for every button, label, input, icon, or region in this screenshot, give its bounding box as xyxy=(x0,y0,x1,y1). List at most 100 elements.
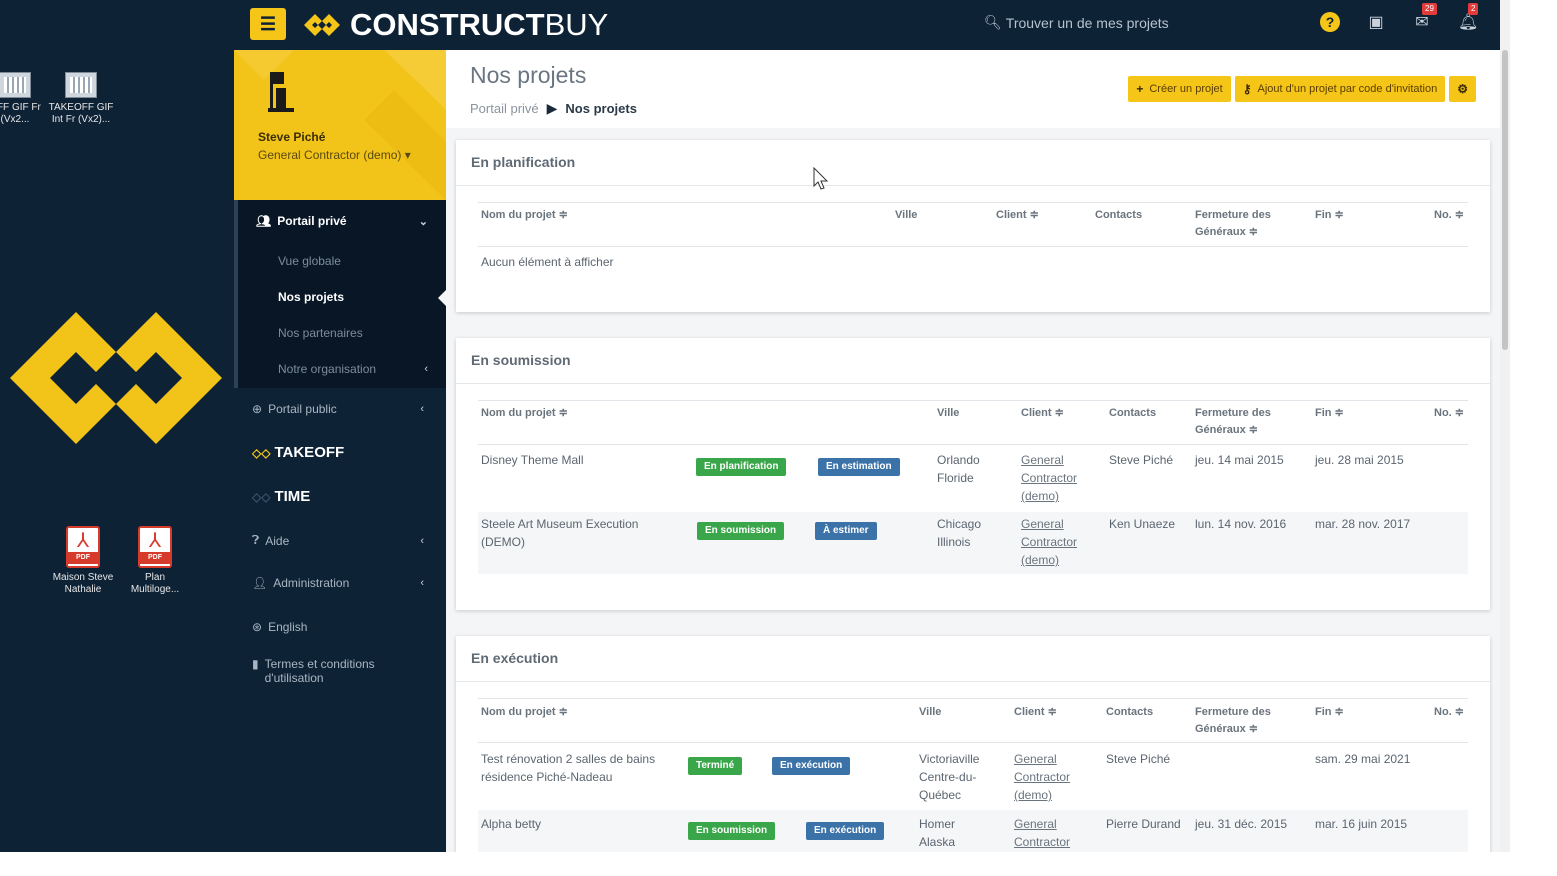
col-header-fermeture[interactable]: Fermeture des Généraux ≑ xyxy=(1195,207,1271,241)
bell-icon[interactable]: 🔔︎ 2 xyxy=(1458,3,1479,32)
scrollbar-thumb[interactable] xyxy=(1502,50,1508,350)
user-role-dropdown[interactable]: General Contractor (demo) ▾ xyxy=(258,148,411,162)
sidebar-item-takeoff[interactable]: ◇◇ TAKEOFF xyxy=(252,444,344,461)
page-scrollbar[interactable] xyxy=(1500,0,1510,852)
client-link-line[interactable]: Contractor xyxy=(1021,535,1077,549)
user-name: Steve Piché xyxy=(258,130,326,144)
status-badge: En soumission xyxy=(688,822,776,840)
project-client-link[interactable]: General Contractor (demo) xyxy=(1021,451,1077,505)
stage-badge: En exécution xyxy=(806,822,885,840)
client-link-line[interactable]: Contractor xyxy=(1014,770,1070,784)
table-top-line xyxy=(478,202,1468,203)
project-name[interactable]: Test rénovation 2 salles de bains résiden… xyxy=(481,750,655,786)
card-divider xyxy=(456,681,1490,682)
sidebar-item-time[interactable]: ◇◇ TIME xyxy=(252,488,310,505)
col-header-client[interactable]: Client ≑ xyxy=(1014,704,1057,721)
client-link-line[interactable]: Contractor xyxy=(1014,835,1070,849)
col-header-fermeture[interactable]: Fermeture des Généraux ≑ xyxy=(1195,704,1271,738)
card-title: En soumission xyxy=(471,352,571,368)
sidebar-item-label: TIME xyxy=(274,488,311,505)
client-link-line[interactable]: (demo) xyxy=(1021,489,1059,503)
user-avatar-icon[interactable] xyxy=(266,70,306,114)
sidebar-item-label: TAKEOFF xyxy=(274,444,345,461)
project-name[interactable]: Alpha betty xyxy=(481,815,541,833)
desktop-pdf-icon[interactable]: PDF Maison Steve Nathalie xyxy=(48,526,118,596)
search-placeholder: Trouver un de mes projets xyxy=(1005,14,1169,31)
col-header-no[interactable]: No. ≑ xyxy=(1434,704,1464,721)
desktop-file-icon[interactable]: TAKEOFF GIF Int Fr (Vx2)... xyxy=(46,72,116,126)
pdf-badge: PDF xyxy=(68,552,98,564)
pdf-file-icon: PDF xyxy=(138,526,172,568)
project-client-link[interactable]: General Contractor (demo) xyxy=(1014,750,1070,804)
desktop-pdf-icon[interactable]: PDF Plan Multiloge... xyxy=(120,526,190,596)
pdf-badge: PDF xyxy=(140,552,170,564)
sidebar-item-notre-organisation[interactable]: Notre organisation ‹ xyxy=(278,362,428,376)
sidebar-item-portail-public[interactable]: ⊕ Portail public ‹ xyxy=(252,402,424,416)
sidebar-item-label: Termes et conditions d'utilisation xyxy=(264,657,375,685)
sidebar-item-label: Portail privé xyxy=(277,214,347,228)
client-link-line[interactable]: (demo) xyxy=(1014,788,1052,802)
project-name[interactable]: Steele Art Museum Execution (DEMO) xyxy=(481,515,638,551)
breadcrumb-current: Nos projets xyxy=(565,101,637,116)
project-search[interactable]: 🔍︎ Trouver un de mes projets xyxy=(984,14,1169,31)
col-header-nom-du-projet[interactable]: Nom du projet ≑ xyxy=(481,405,568,422)
chevron-left-icon: ‹ xyxy=(420,534,424,547)
col-header-client[interactable]: Client ≑ xyxy=(1021,405,1064,422)
client-link-line[interactable]: General xyxy=(1021,517,1064,531)
hamburger-menu-button[interactable]: ☰ xyxy=(250,8,286,40)
client-link-line[interactable]: General xyxy=(1021,453,1064,467)
profile-panel: Steve Piché General Contractor (demo) ▾ xyxy=(234,50,446,200)
create-project-button[interactable]: + Créer un projet xyxy=(1128,76,1231,102)
gif-thumbnail-icon xyxy=(0,72,31,98)
client-link-line[interactable]: (demo) xyxy=(1021,553,1059,567)
sidebar-item-aide[interactable]: ❓︎ Aide ‹ xyxy=(252,533,424,548)
name-line: (DEMO) xyxy=(481,535,525,549)
col-header-fin[interactable]: Fin ≑ xyxy=(1315,704,1344,721)
brand-logo[interactable]: CONSTRUCTBUY xyxy=(304,7,608,43)
region-line: Alaska xyxy=(919,835,956,849)
client-link-line[interactable]: General xyxy=(1014,752,1057,766)
pdf-file-icon: PDF xyxy=(66,526,100,568)
client-link-line[interactable]: General xyxy=(1014,817,1057,831)
sidebar-item-nos-projets[interactable]: Nos projets xyxy=(278,290,344,304)
card-divider xyxy=(456,185,1490,186)
col-header-fermeture[interactable]: Fermeture des Généraux ≑ xyxy=(1195,405,1271,439)
card-title: En planification xyxy=(471,154,576,170)
sidebar-item-administration[interactable]: 👤︎ Administration ‹ xyxy=(252,576,424,590)
table-top-line xyxy=(478,698,1468,699)
col-header-no[interactable]: No. ≑ xyxy=(1434,207,1464,224)
add-by-invitation-button[interactable]: ⚷ Ajout d'un projet par code d'invitatio… xyxy=(1234,76,1446,102)
book-icon: ▮ xyxy=(252,657,259,671)
project-client-link[interactable]: General Contractor xyxy=(1014,815,1070,851)
col-header-fin[interactable]: Fin ≑ xyxy=(1315,405,1344,422)
private-portal-section: 👥︎ Portail privé ⌄ Vue globale Nos proje… xyxy=(234,200,446,388)
client-link-line[interactable]: Contractor xyxy=(1021,471,1077,485)
calendar-icon[interactable]: ▣ xyxy=(1366,12,1386,32)
button-label: Créer un projet xyxy=(1149,83,1223,95)
sidebar-item-english[interactable]: ⊛ English xyxy=(252,620,424,634)
sidebar-item-label: Notre organisation xyxy=(278,362,377,376)
help-icon[interactable]: ? xyxy=(1320,12,1340,32)
sidebar-item-vue-globale[interactable]: Vue globale xyxy=(278,254,341,268)
header-line: Fermeture des xyxy=(1195,407,1271,419)
sidebar-item-terms[interactable]: ▮ Termes et conditions d'utilisation xyxy=(252,657,424,685)
col-header-client[interactable]: Client ≑ xyxy=(996,207,1039,224)
sidebar-item-portail-prive[interactable]: 👥︎ Portail privé ⌄ xyxy=(256,214,428,228)
project-city: Homer Alaska xyxy=(919,815,955,851)
col-header-fin[interactable]: Fin ≑ xyxy=(1315,207,1344,224)
chevron-left-icon: ‹ xyxy=(420,577,424,589)
envelope-icon[interactable]: ✉ 29 xyxy=(1412,3,1437,32)
breadcrumb-root[interactable]: Portail privé xyxy=(470,101,539,116)
col-header-nom-du-projet[interactable]: Nom du projet ≑ xyxy=(481,207,568,224)
project-client-link[interactable]: General Contractor (demo) xyxy=(1021,515,1077,569)
desktop-file-icon[interactable]: OFF GIF Fr (Vx2... xyxy=(0,72,50,126)
col-header-nom-du-projet[interactable]: Nom du projet ≑ xyxy=(481,704,568,721)
region-line: Illinois xyxy=(937,535,971,549)
project-city: Chicago Illinois xyxy=(937,515,981,551)
plus-icon: + xyxy=(1136,82,1144,96)
sidebar-item-nos-partenaires[interactable]: Nos partenaires xyxy=(278,326,363,340)
project-closing-date: jeu. 14 mai 2015 xyxy=(1195,453,1284,467)
col-header-no[interactable]: No. ≑ xyxy=(1434,405,1464,422)
project-name[interactable]: Disney Theme Mall xyxy=(481,451,583,469)
settings-button[interactable]: ⚙ xyxy=(1449,76,1476,102)
